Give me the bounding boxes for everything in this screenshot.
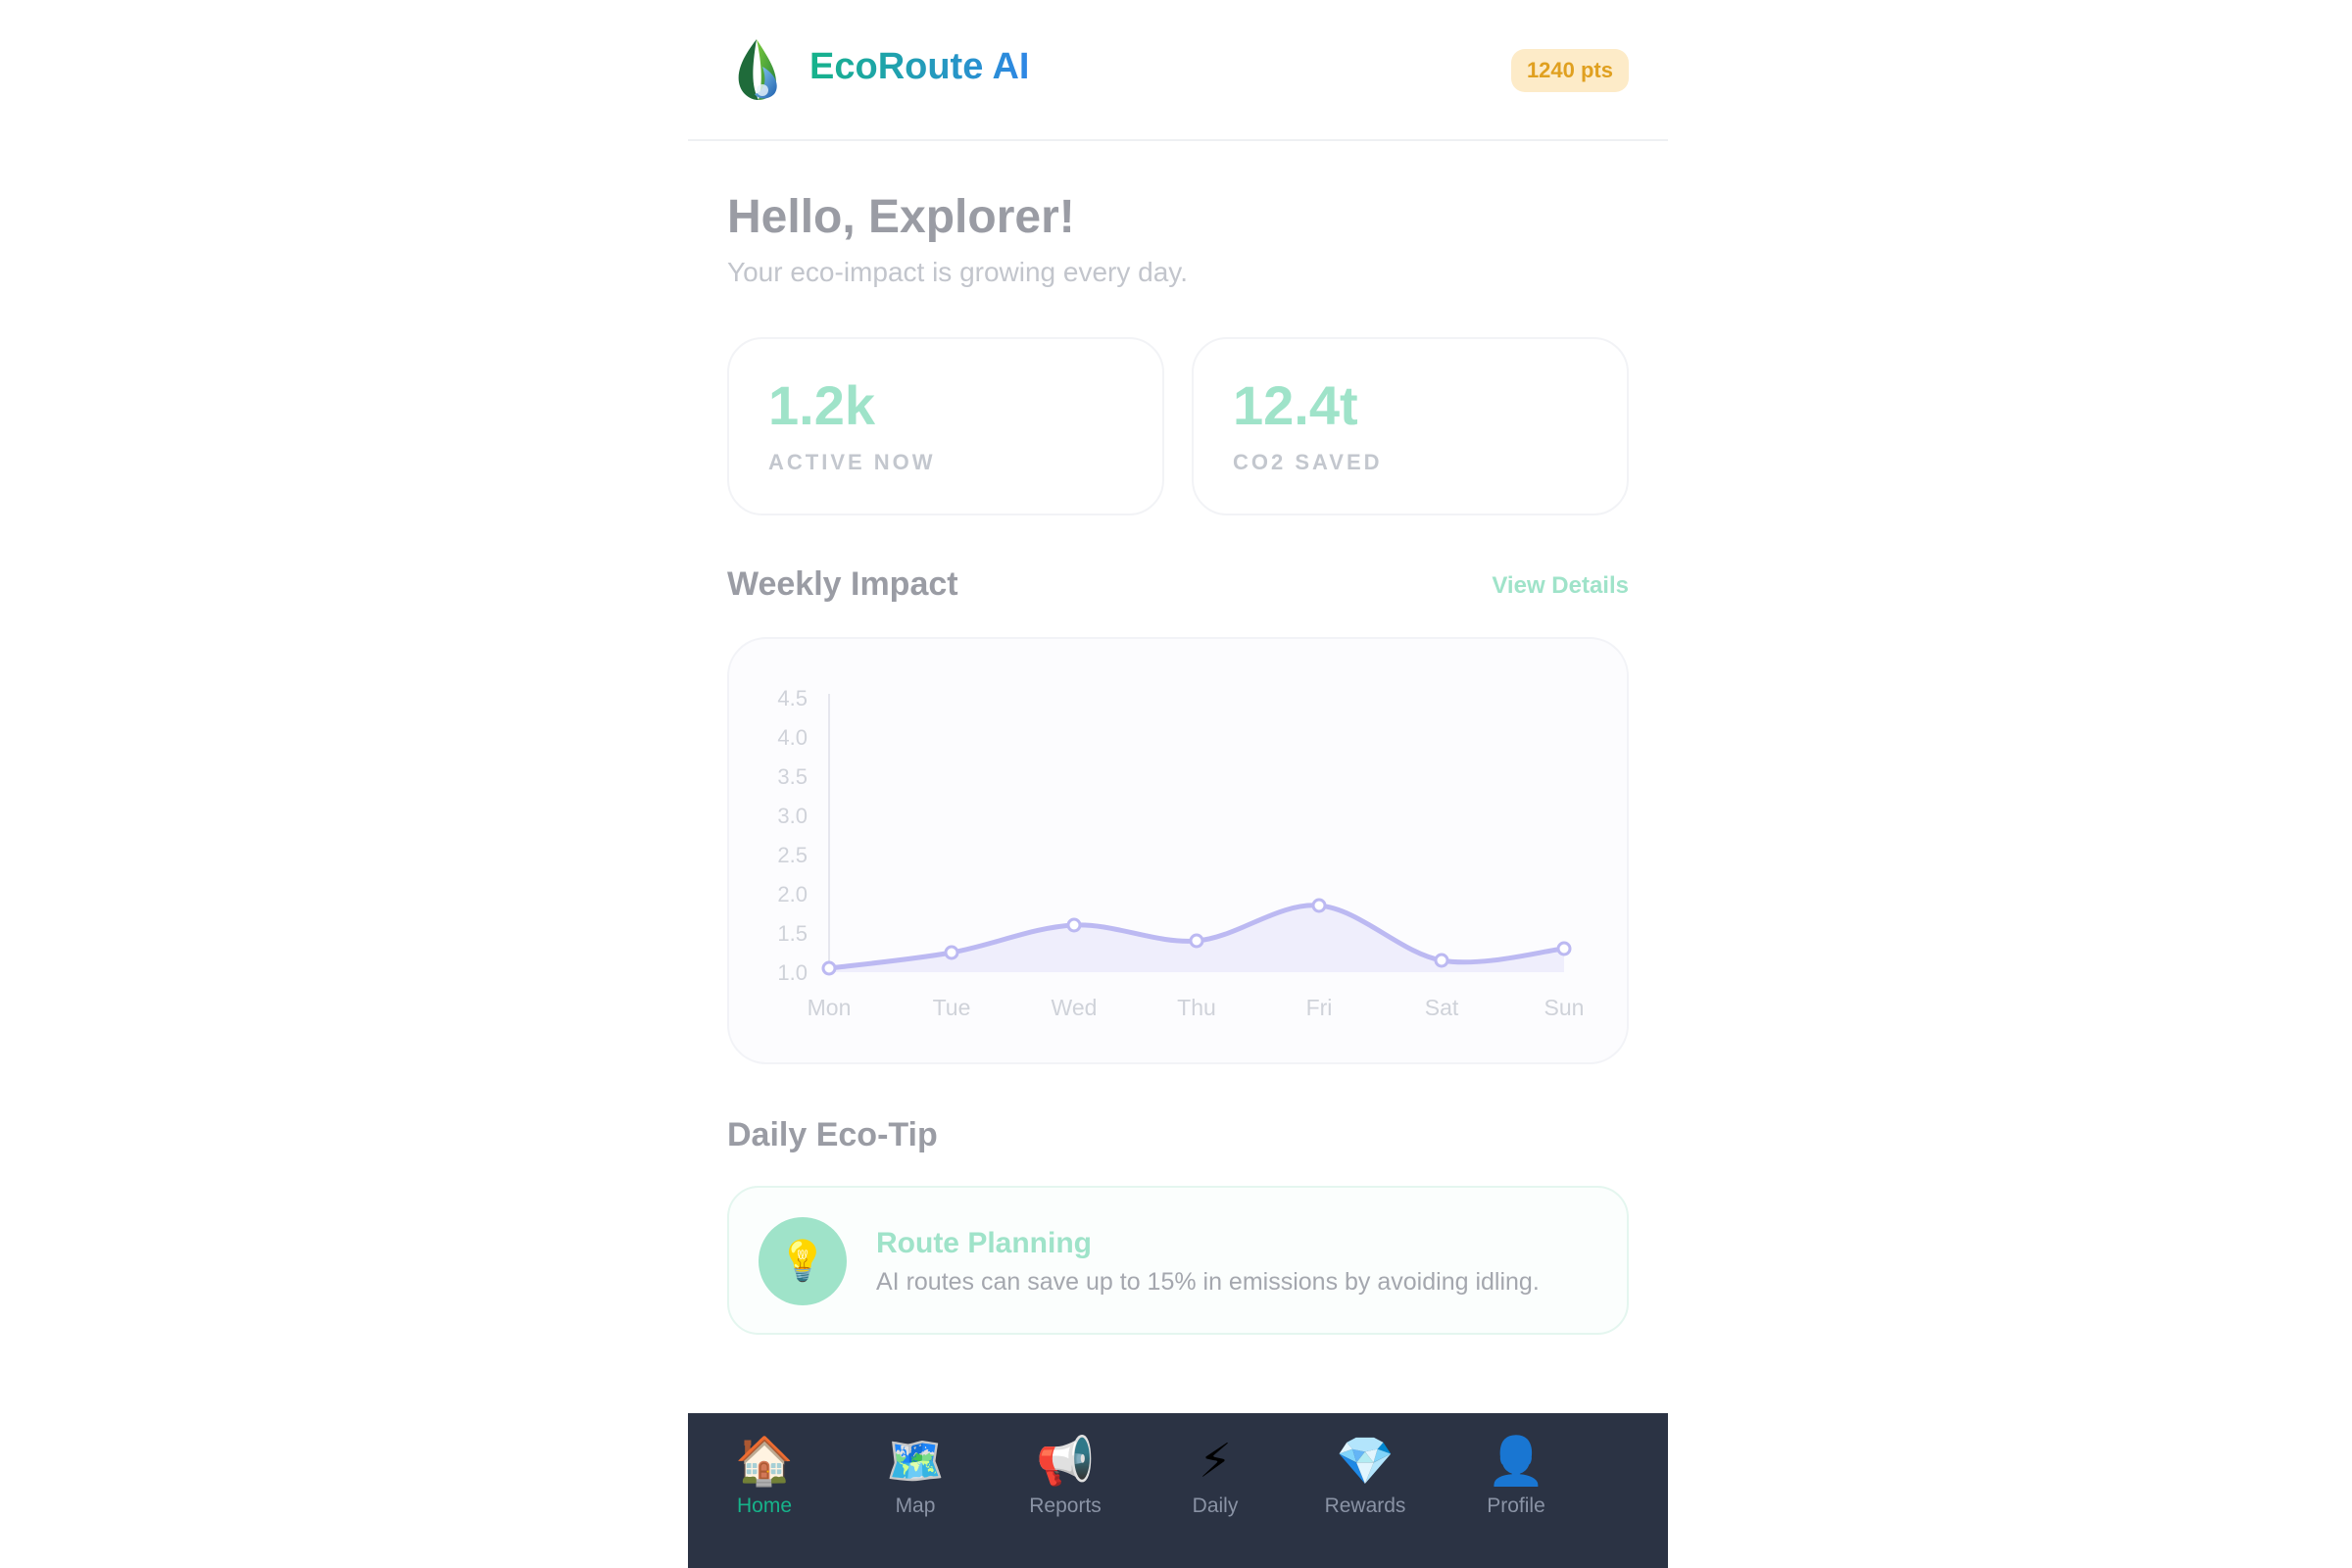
tip-text: AI routes can save up to 15% in emission… <box>876 1268 1540 1296</box>
data-point <box>1066 917 1082 933</box>
data-point <box>944 945 959 960</box>
app-brand-title: EcoRoute AI <box>809 43 1030 90</box>
x-tick-label: Thu <box>1177 995 1216 1020</box>
x-tick-label: Tue <box>933 995 971 1020</box>
nav-label: Profile <box>1487 1494 1545 1517</box>
lightning-icon: ⚡ <box>1199 1436 1232 1488</box>
y-tick-label: 1.5 <box>777 921 808 946</box>
app-screen: EcoRoute AI 1240 pts Hello, Explorer! Yo… <box>688 0 1668 1568</box>
stat-label: CO2 SAVED <box>1233 450 1383 474</box>
nav-label: Reports <box>1029 1494 1102 1517</box>
y-tick-label: 3.5 <box>777 764 808 789</box>
y-tick-label: 4.5 <box>777 686 808 710</box>
y-tick-label: 4.0 <box>777 725 808 750</box>
bottom-nav: 🏠 Home 🗺️ Map 📢 Reports ⚡ Daily 💎 Reward… <box>688 1413 1668 1568</box>
eco-tip-card[interactable]: 💡 Route Planning AI routes can save up t… <box>727 1186 1629 1335</box>
data-point <box>1556 941 1572 956</box>
leaf-drop-logo-icon <box>738 39 777 100</box>
gem-icon: 💎 <box>1336 1436 1395 1488</box>
x-tick-label: Wed <box>1052 995 1098 1020</box>
nav-label: Daily <box>1192 1494 1239 1517</box>
weekly-impact-chart: 1.0 1.5 2.0 2.5 3.0 3.5 4.0 4.5 Mon Tue Wed Thu Fri S… <box>777 686 1585 1020</box>
weekly-impact-chart-card: 1.0 1.5 2.0 2.5 3.0 3.5 4.0 4.5 Mon Tue Wed Thu Fri S… <box>727 637 1629 1064</box>
y-tick-label: 1.0 <box>777 960 808 985</box>
x-tick-label: Sun <box>1544 995 1585 1020</box>
nav-label: Rewards <box>1324 1494 1406 1517</box>
stat-label: ACTIVE NOW <box>768 450 936 474</box>
stat-card-co2-saved: 12.4t CO2 SAVED <box>1192 337 1629 515</box>
nav-item-map[interactable]: 🗺️ Map <box>840 1433 991 1531</box>
nav-item-profile[interactable]: 👤 Profile <box>1441 1433 1592 1531</box>
daily-eco-tip-title: Daily Eco-Tip <box>727 1116 938 1153</box>
tip-title: Route Planning <box>876 1227 1092 1259</box>
nav-label: Home <box>736 1494 793 1517</box>
y-tick-label: 3.0 <box>777 804 808 828</box>
nav-item-rewards[interactable]: 💎 Rewards <box>1290 1433 1441 1531</box>
map-icon: 🗺️ <box>886 1436 945 1488</box>
y-tick-label: 2.5 <box>777 843 808 867</box>
nav-item-reports[interactable]: 📢 Reports <box>990 1433 1141 1531</box>
stat-card-active-now: 1.2k ACTIVE NOW <box>727 337 1164 515</box>
home-icon: 🏠 <box>735 1436 794 1488</box>
x-tick-label: Sat <box>1425 995 1459 1020</box>
data-point <box>1189 933 1204 949</box>
stat-value: 12.4t <box>1233 374 1358 436</box>
nav-item-home[interactable]: 🏠 Home <box>689 1433 840 1531</box>
x-tick-label: Mon <box>808 995 852 1020</box>
nav-item-daily[interactable]: ⚡ Daily <box>1140 1433 1291 1531</box>
points-badge[interactable]: 1240 pts <box>1510 49 1629 92</box>
greeting-title: Hello, Explorer! <box>727 191 1075 243</box>
nav-label: Map <box>895 1494 936 1517</box>
y-tick-label: 2.0 <box>777 882 808 906</box>
view-details-link[interactable]: View Details <box>1492 570 1629 602</box>
app-header: EcoRoute AI 1240 pts <box>688 0 1668 141</box>
lightbulb-icon: 💡 <box>759 1217 847 1305</box>
greeting-subtitle: Your eco-impact is growing every day. <box>727 257 1188 287</box>
stat-value: 1.2k <box>768 374 875 436</box>
weekly-impact-title: Weekly Impact <box>727 565 958 603</box>
person-icon: 👤 <box>1487 1436 1545 1488</box>
data-point <box>821 960 837 976</box>
data-point <box>1434 953 1449 968</box>
megaphone-icon: 📢 <box>1036 1436 1095 1488</box>
x-tick-label: Fri <box>1306 995 1333 1020</box>
data-point <box>1311 898 1327 913</box>
